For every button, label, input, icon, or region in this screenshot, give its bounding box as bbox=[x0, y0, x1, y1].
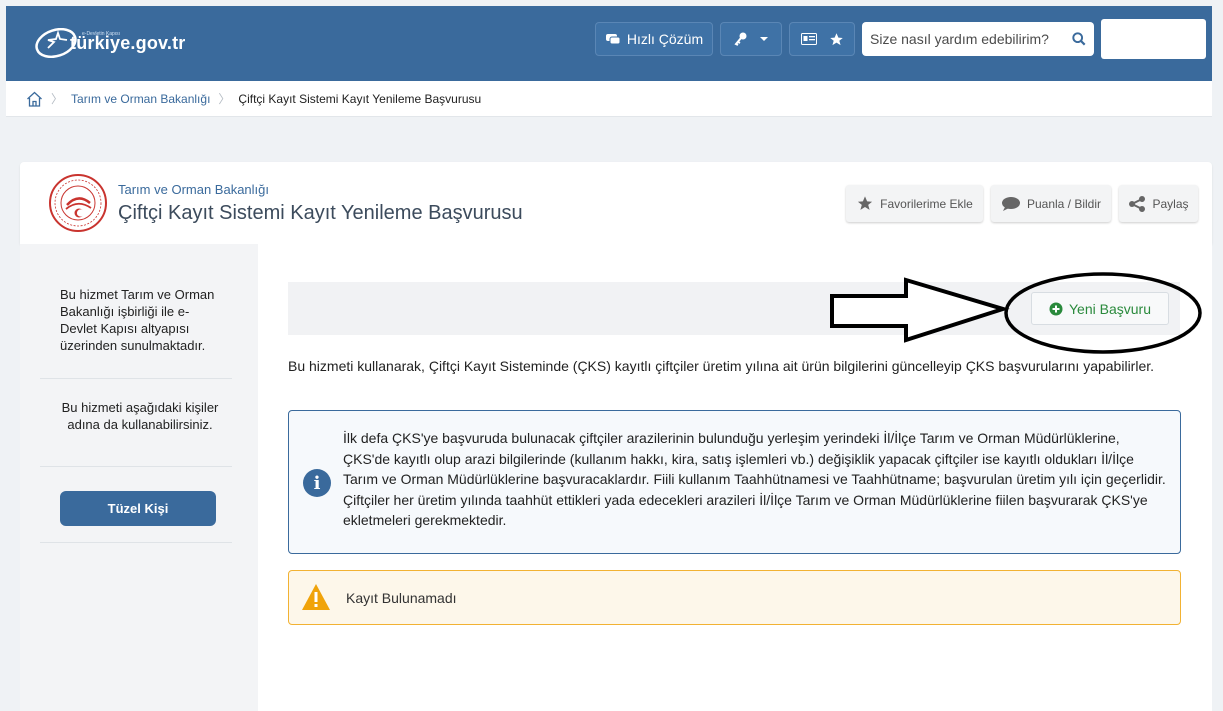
star-icon bbox=[829, 32, 843, 45]
login-menu-button[interactable] bbox=[720, 22, 782, 56]
user-login-area[interactable] bbox=[1101, 19, 1206, 59]
divider bbox=[40, 466, 232, 467]
search-box[interactable] bbox=[862, 22, 1094, 56]
share-button[interactable]: Paylaş bbox=[1119, 185, 1198, 222]
key-icon bbox=[734, 32, 747, 46]
info-icon: i bbox=[303, 469, 331, 497]
new-application-label: Yeni Başvuru bbox=[1069, 300, 1151, 317]
quick-solution-label: Hızlı Çözüm bbox=[626, 31, 704, 47]
rate-report-button[interactable]: Puanla / Bildir bbox=[991, 185, 1111, 222]
warning-icon bbox=[302, 584, 330, 610]
chevron-down-icon bbox=[760, 37, 768, 41]
info-alert: i İlk defa ÇKS'ye başvuruda bulunacak çi… bbox=[288, 410, 1181, 554]
search-icon[interactable] bbox=[1072, 32, 1086, 46]
on-behalf-text: Bu hizmeti aşağıdaki kişiler adına da ku… bbox=[61, 400, 219, 432]
logo-tagline: e-Devletin Kapısı bbox=[82, 31, 121, 37]
share-icon bbox=[1129, 195, 1146, 212]
divider bbox=[40, 378, 232, 379]
divider bbox=[40, 542, 232, 543]
breadcrumb-current: Çiftçi Kayıt Sistemi Kayıt Yenileme Başv… bbox=[238, 91, 482, 106]
star-icon bbox=[858, 196, 873, 210]
breadcrumb-separator: 〉 bbox=[218, 92, 231, 106]
ministry-emblem-icon bbox=[49, 174, 107, 232]
sidebar: Bu hizmet Tarım ve Orman Bakanlığı işbir… bbox=[20, 244, 258, 711]
info-alert-text: İlk defa ÇKS'ye başvuruda bulunacak çift… bbox=[343, 430, 1166, 528]
add-to-favorites-button[interactable]: Favorilerime Ekle bbox=[846, 185, 983, 222]
rate-label: Puanla / Bildir bbox=[1026, 196, 1102, 211]
service-header: Tarım ve Orman Bakanlığı Çiftçi Kayıt Si… bbox=[20, 162, 1212, 244]
search-input[interactable] bbox=[870, 31, 1060, 47]
breadcrumb-ministry-link[interactable]: Tarım ve Orman Bakanlığı bbox=[71, 92, 210, 106]
share-label: Paylaş bbox=[1152, 196, 1189, 211]
breadcrumb-separator: 〉 bbox=[51, 92, 64, 106]
service-description: Bu hizmeti kullanarak, Çiftçi Kayıt Sist… bbox=[288, 358, 1155, 374]
ministry-name: Tarım ve Orman Bakanlığı bbox=[118, 182, 269, 197]
breadcrumb: 〉 Tarım ve Orman Bakanlığı 〉 Çiftçi Kayı… bbox=[6, 81, 1212, 117]
edevlet-card-button[interactable] bbox=[789, 22, 855, 56]
home-icon[interactable] bbox=[26, 91, 43, 107]
id-card-icon bbox=[800, 33, 817, 45]
chat-icon bbox=[605, 34, 621, 45]
warning-text: Kayıt Bulunamadı bbox=[346, 590, 457, 606]
legal-entity-button[interactable]: Tüzel Kişi bbox=[60, 491, 216, 526]
favorites-label: Favorilerime Ekle bbox=[880, 196, 973, 211]
new-application-button[interactable]: Yeni Başvuru bbox=[1031, 292, 1169, 325]
provider-info-text: Bu hizmet Tarım ve Orman Bakanlığı işbir… bbox=[60, 287, 215, 353]
quick-solution-button[interactable]: Hızlı Çözüm bbox=[595, 22, 713, 56]
service-title: Çiftçi Kayıt Sistemi Kayıt Yenileme Başv… bbox=[118, 202, 523, 224]
top-navbar: türkiye.gov.tr e-Devletin Kapısı Hızlı Ç… bbox=[6, 6, 1212, 81]
warning-alert: Kayıt Bulunamadı bbox=[288, 570, 1181, 625]
plus-circle-icon bbox=[1049, 302, 1063, 315]
comment-icon bbox=[1001, 196, 1020, 211]
logo-crescent-icon bbox=[35, 28, 77, 58]
